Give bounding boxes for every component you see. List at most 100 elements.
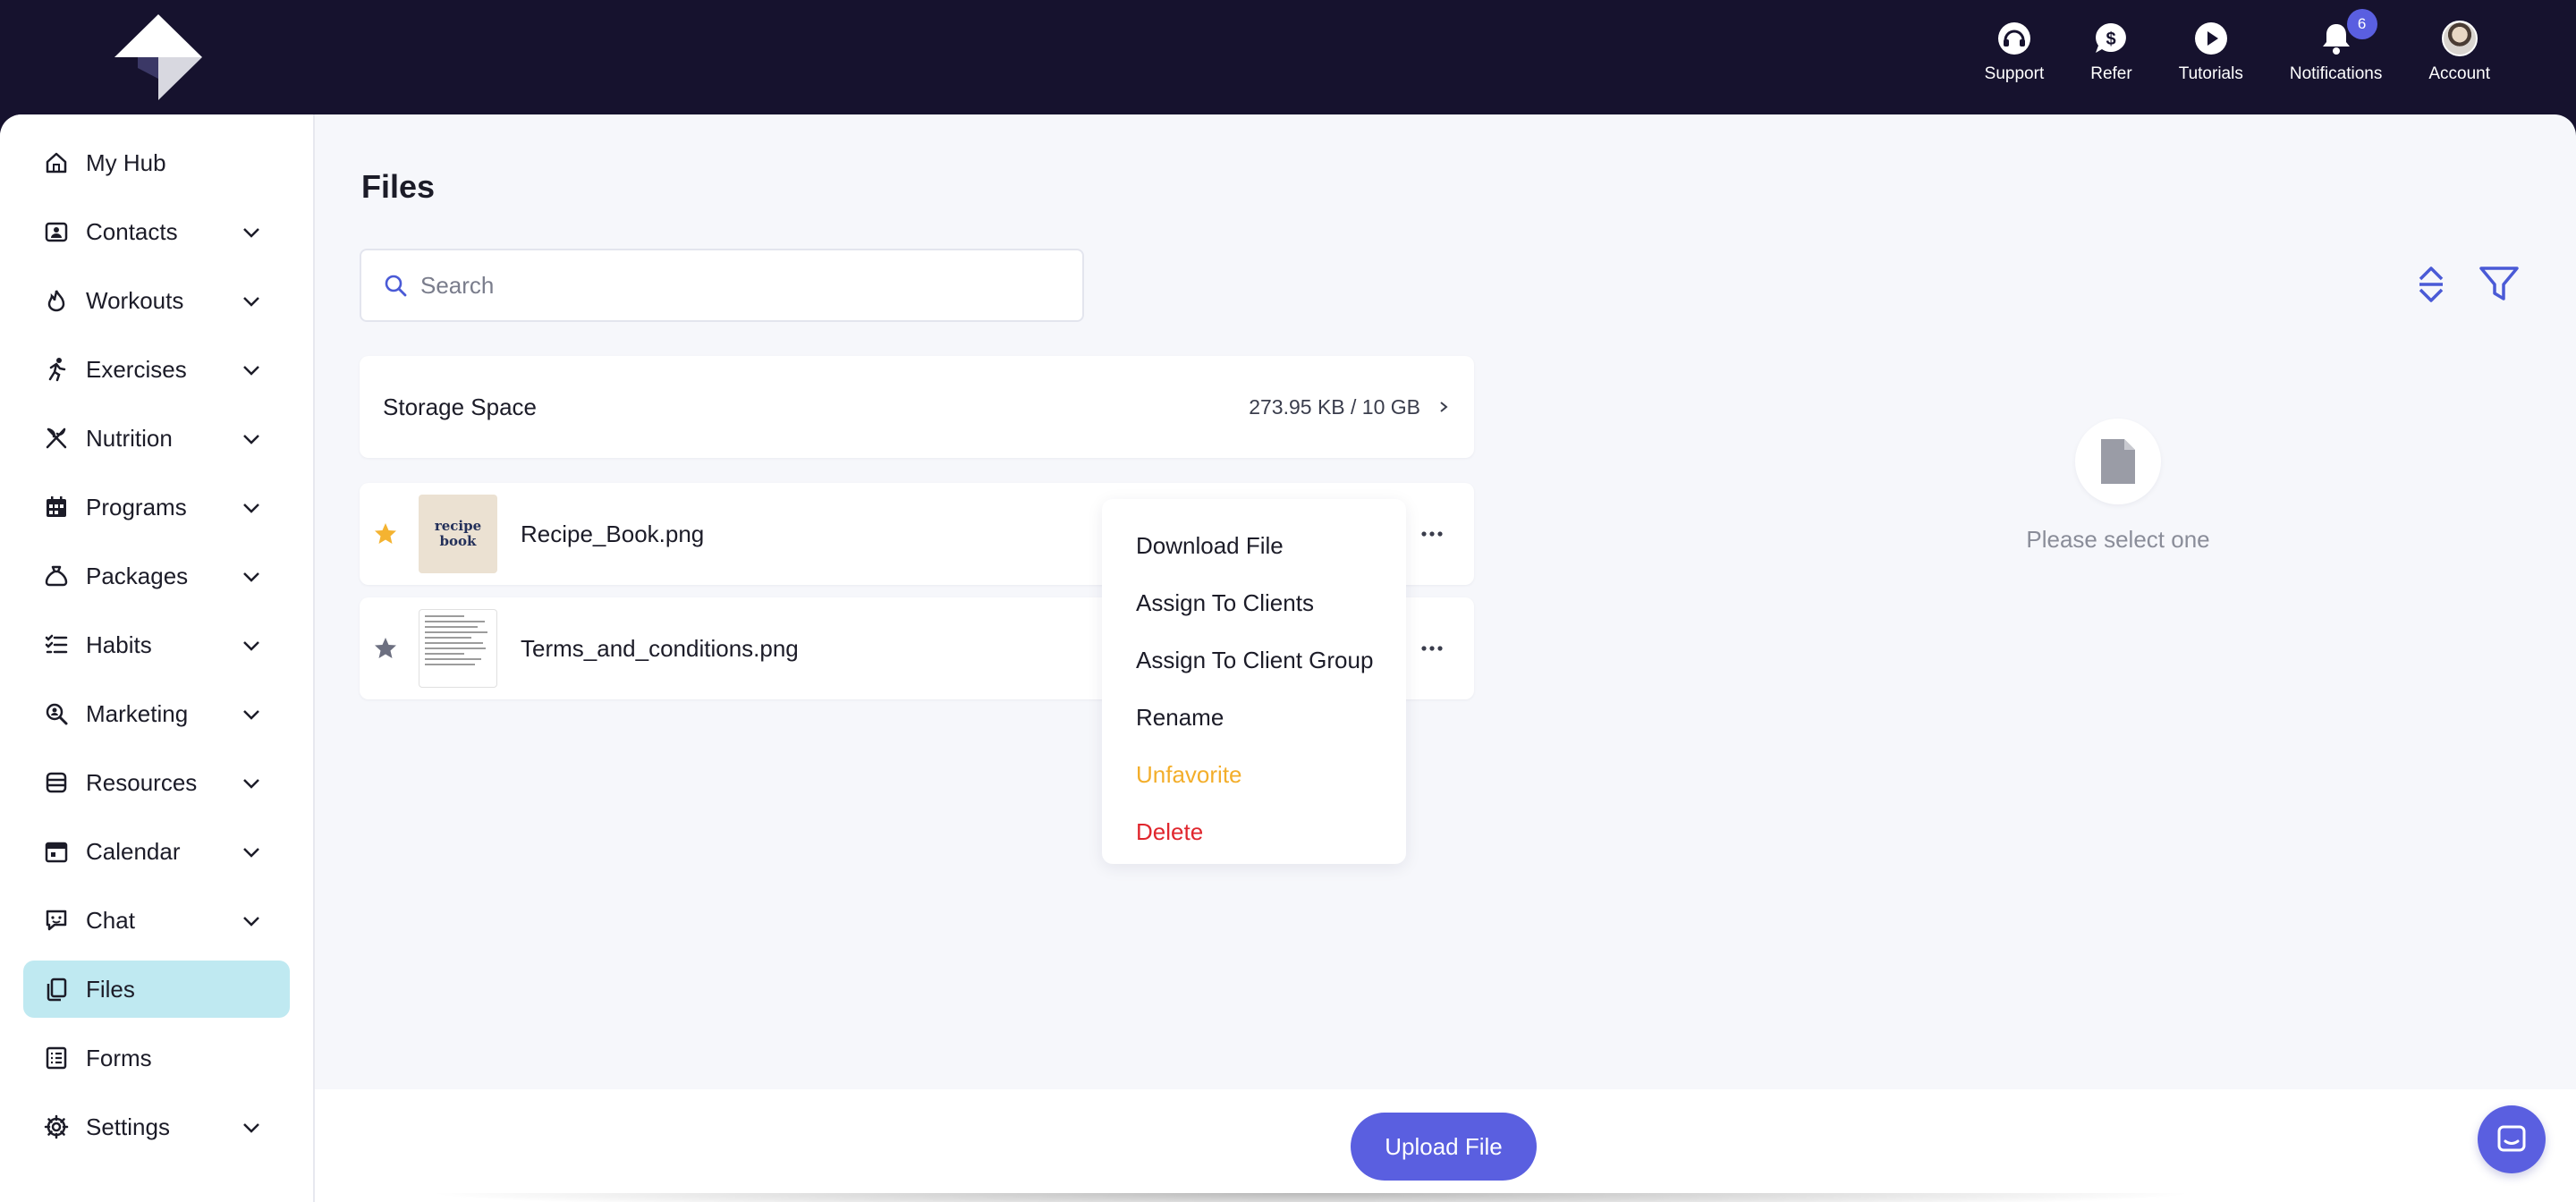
sidebar-item-my-hub[interactable]: My Hub [23,134,290,191]
form-icon [43,1045,70,1071]
page-title: Files [361,168,436,205]
more-options-icon[interactable] [1410,521,1454,547]
sidebar-item-label: My Hub [86,148,166,176]
star-icon[interactable] [372,635,399,662]
refer-label: Refer [2090,64,2132,83]
home-icon [43,149,70,176]
files-icon [43,976,70,1003]
sidebar-item-files[interactable]: Files [23,961,290,1018]
sidebar-item-label: Calendar [86,837,181,865]
thumbnail-text: book [439,533,477,549]
calendar-grid-icon [43,494,70,521]
sidebar-item-label: Marketing [86,699,189,727]
sidebar-item-packages[interactable]: Packages [23,547,290,605]
sidebar-item-settings[interactable]: Settings [23,1098,290,1155]
sidebar-item-workouts[interactable]: Workouts [23,272,290,329]
chat-icon [43,907,70,934]
chevron-down-icon[interactable] [240,427,263,451]
file-thumbnail: recipe book [419,495,497,573]
search-input[interactable] [420,271,1046,300]
sidebar-item-label: Nutrition [86,424,173,452]
file-thumbnail [419,609,497,688]
document-icon [2101,439,2135,484]
search-box[interactable] [360,249,1084,322]
sidebar-item-resources[interactable]: Resources [23,754,290,811]
chevron-down-icon[interactable] [240,634,263,657]
sidebar-item-calendar[interactable]: Calendar [23,823,290,880]
refer-button[interactable]: $ Refer [2090,20,2132,84]
dollar-chat-icon: $ [2092,20,2130,57]
sidebar-item-forms[interactable]: Forms [23,1029,290,1087]
tutorials-button[interactable]: Tutorials [2179,20,2243,84]
sidebar-item-label: Exercises [86,355,187,383]
sidebar-item-label: Programs [86,493,187,521]
account-button[interactable]: Account [2428,20,2490,84]
sidebar-item-label: Resources [86,768,198,796]
sidebar-item-label: Files [86,975,135,1003]
top-bar: Support $ Refer Tutorials 6 Notification… [0,0,2576,114]
utensils-icon [43,425,70,452]
contact-card-icon [43,218,70,245]
menu-item-rename[interactable]: Rename [1102,689,1406,746]
thumbnail-text: recipe [434,518,482,534]
empty-state-badge [2075,419,2161,504]
chevron-down-icon[interactable] [240,772,263,795]
sidebar-item-exercises[interactable]: Exercises [23,341,290,398]
chevron-down-icon[interactable] [240,703,263,726]
chevron-down-icon[interactable] [240,496,263,520]
sidebar-item-marketing[interactable]: Marketing [23,685,290,742]
checklist-icon [43,631,70,658]
chat-bubble-icon [2497,1125,2526,1152]
menu-item-assign-to-client-group[interactable]: Assign To Client Group [1102,631,1406,689]
sidebar-item-label: Contacts [86,217,178,245]
file-context-menu: Download File Assign To Clients Assign T… [1102,499,1406,864]
notification-badge: 6 [2346,9,2377,39]
sidebar-item-habits[interactable]: Habits [23,616,290,673]
sidebar-item-label: Packages [86,562,189,589]
sidebar-item-contacts[interactable]: Contacts [23,203,290,260]
sort-icon[interactable] [2411,263,2451,306]
favorite-star-icon[interactable] [372,521,399,547]
menu-item-download-file[interactable]: Download File [1102,517,1406,574]
brand-logo[interactable] [114,14,202,100]
chat-widget-button[interactable] [2478,1105,2546,1173]
main-panel: Files Storage Space 273.95 KB / 10 GB re… [315,114,2576,1089]
magnifier-icon [43,700,70,727]
gear-icon [43,1113,70,1140]
chevron-down-icon[interactable] [240,910,263,933]
more-options-icon[interactable] [1410,635,1454,662]
tutorials-label: Tutorials [2178,64,2243,83]
menu-item-assign-to-clients[interactable]: Assign To Clients [1102,574,1406,631]
sidebar-item-label: Forms [86,1044,152,1071]
sidebar-item-programs[interactable]: Programs [23,478,290,536]
top-nav: Support $ Refer Tutorials 6 Notification… [1938,9,2490,84]
sidebar-item-chat[interactable]: Chat [23,892,290,949]
storage-label: Storage Space [383,393,538,420]
support-button[interactable]: Support [1984,20,2045,84]
flame-icon [43,287,70,314]
database-icon [43,769,70,796]
notifications-label: Notifications [2289,64,2383,83]
upload-file-button[interactable]: Upload File [1351,1113,1537,1181]
sidebar: My Hub Contacts Workouts Exercises Nutri… [0,114,315,1202]
chevron-down-icon[interactable] [240,1116,263,1139]
footer-bar: Upload File [315,1089,2576,1202]
sidebar-item-nutrition[interactable]: Nutrition [23,410,290,467]
chevron-down-icon[interactable] [240,841,263,864]
empty-state-text: Please select one [2026,526,2210,553]
menu-item-delete[interactable]: Delete [1102,803,1406,860]
chevron-down-icon[interactable] [240,290,263,313]
avatar [2441,21,2478,56]
notifications-button[interactable]: 6 Notifications [2289,9,2383,84]
filter-icon[interactable] [2478,265,2521,304]
storage-space-row[interactable]: Storage Space 273.95 KB / 10 GB [360,356,1474,458]
support-label: Support [1984,64,2045,83]
avatar-wrap [2441,20,2479,57]
menu-item-unfavorite[interactable]: Unfavorite [1102,746,1406,803]
sidebar-item-label: Settings [86,1113,170,1140]
chevron-down-icon[interactable] [240,359,263,382]
running-icon [43,356,70,383]
chevron-down-icon[interactable] [240,565,263,588]
svg-text:$: $ [2106,30,2116,49]
chevron-down-icon[interactable] [240,221,263,244]
